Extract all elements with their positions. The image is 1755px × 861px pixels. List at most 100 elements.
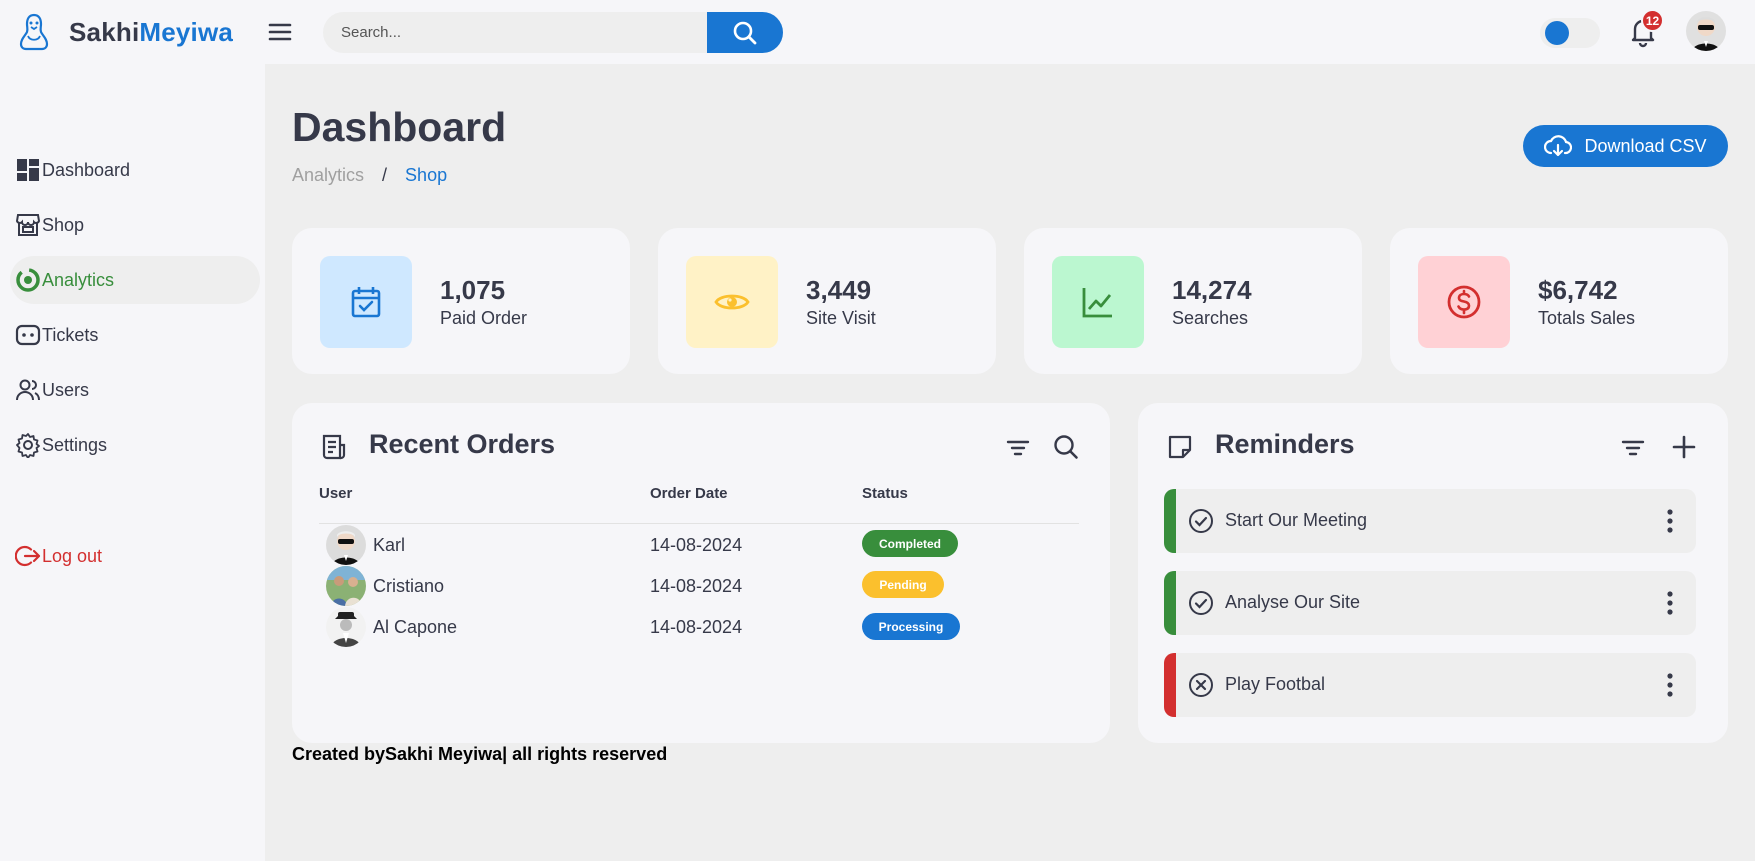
penguin-logo-icon [19, 13, 49, 51]
sidebar: Dashboard Shop Analytics Tickets Users S… [0, 64, 265, 861]
profile-avatar[interactable] [1686, 11, 1726, 51]
calendar-check-icon [351, 287, 381, 318]
reminders-title: Reminders [1215, 429, 1355, 459]
stat-label: Totals Sales [1538, 308, 1636, 328]
breadcrumb: Analytics / Shop [292, 165, 447, 186]
sidebar-item-label: Shop [42, 214, 85, 235]
breadcrumb-shop[interactable]: Shop [405, 165, 447, 186]
avatar [326, 566, 366, 606]
stat-card-total-sales: $6,742 Totals Sales [1390, 228, 1728, 374]
toggle-knob [1545, 21, 1569, 45]
status-badge: Completed [862, 530, 958, 557]
filter-icon[interactable] [1620, 435, 1646, 461]
table-row[interactable]: Cristiano 14-08-2024 [319, 566, 1079, 606]
sidebar-item-label: Dashboard [42, 159, 131, 180]
page-title: Dashboard [292, 104, 507, 150]
theme-toggle[interactable] [1540, 18, 1600, 48]
order-user: Al Capone [373, 617, 458, 637]
sidebar-item-label: Tickets [42, 324, 99, 345]
stat-value: $6,742 [1538, 275, 1618, 305]
cloud-download-icon [1544, 135, 1573, 157]
notification-count-badge: 12 [1641, 9, 1664, 32]
sidebar-item-label: Settings [42, 434, 108, 455]
sidebar-item-settings[interactable]: Settings [10, 421, 260, 469]
logout-icon [14, 542, 42, 570]
table-divider [319, 523, 1079, 524]
stat-value: 1,075 [440, 275, 506, 305]
stat-label: Searches [1172, 308, 1249, 328]
stat-card-paid-order: 1,075 Paid Order [292, 228, 630, 374]
more-vertical-icon[interactable] [1664, 507, 1676, 535]
stat-icon-box [1418, 256, 1510, 348]
stat-label: Site Visit [806, 308, 876, 328]
order-date: 14-08-2024 [650, 576, 743, 596]
check-circle-icon [1189, 509, 1213, 533]
stat-label: Paid Order [440, 308, 528, 328]
sidebar-item-shop[interactable]: Shop [10, 201, 260, 249]
search-button[interactable] [707, 12, 783, 53]
reminder-status-bar [1164, 571, 1176, 635]
sidebar-item-tickets[interactable]: Tickets [10, 311, 260, 359]
column-header-status: Status [862, 485, 908, 502]
reminder-text: Analyse Our Site [1225, 592, 1361, 612]
sidebar-item-label: Analytics [42, 269, 115, 290]
stat-card-searches: 14,274 Searches [1024, 228, 1362, 374]
avatar [326, 525, 366, 565]
more-vertical-icon[interactable] [1664, 671, 1676, 699]
menu-icon[interactable] [266, 19, 294, 45]
table-row[interactable]: Karl 14-08-2024 [319, 525, 1079, 565]
table-row[interactable]: Al Capone 14-08-2024 [319, 607, 1079, 647]
sidebar-item-label: Users [42, 379, 90, 400]
stat-icon-box [1052, 256, 1144, 348]
search-icon [733, 21, 757, 44]
eye-icon [714, 294, 750, 310]
more-vertical-icon[interactable] [1664, 589, 1676, 617]
logout-label: Log out [42, 545, 103, 566]
avatar [326, 607, 366, 647]
top-bar: SakhiMeyiwa 12 [0, 0, 1755, 64]
users-icon [14, 376, 42, 404]
ticket-icon [14, 321, 42, 349]
status-badge: Pending [862, 571, 944, 598]
check-circle-icon [1189, 591, 1213, 615]
sidebar-item-users[interactable]: Users [10, 366, 260, 414]
reminder-status-bar [1164, 489, 1176, 553]
filter-icon[interactable] [1005, 435, 1031, 461]
download-csv-button[interactable]: Download CSV [1523, 125, 1728, 167]
download-csv-label: Download CSV [1584, 135, 1707, 156]
reminder-status-bar [1164, 653, 1176, 717]
logout-link[interactable]: Log out [10, 532, 260, 580]
order-date: 14-08-2024 [650, 617, 743, 637]
sidebar-item-dashboard[interactable]: Dashboard [10, 146, 260, 194]
stat-icon-box [320, 256, 412, 348]
line-chart-icon [1082, 288, 1112, 318]
recent-orders-panel: Recent Orders User Order Date Status Kar… [292, 403, 1110, 743]
order-user: Cristiano [373, 576, 445, 596]
brand[interactable]: SakhiMeyiwa [16, 12, 233, 52]
analytics-icon [14, 266, 42, 294]
sticky-note-icon [1168, 435, 1192, 459]
receipt-icon [322, 434, 346, 460]
sidebar-item-analytics[interactable]: Analytics [10, 256, 260, 304]
dollar-circle-icon [1447, 285, 1481, 319]
search-input[interactable] [323, 12, 707, 53]
column-header-user: User [319, 485, 353, 502]
gear-icon [14, 431, 42, 459]
stat-icon-box [686, 256, 778, 348]
reminder-item[interactable]: Analyse Our Site [1164, 571, 1696, 635]
reminders-panel: Reminders Start Our Meeting Analyse Our … [1138, 403, 1728, 743]
dashboard-icon [14, 156, 42, 184]
x-circle-icon [1189, 673, 1213, 697]
store-icon [14, 211, 42, 239]
stat-card-site-visit: 3,449 Site Visit [658, 228, 996, 374]
breadcrumb-analytics[interactable]: Analytics [292, 165, 364, 186]
reminder-item[interactable]: Start Our Meeting [1164, 489, 1696, 553]
recent-orders-title: Recent Orders [369, 429, 556, 459]
search-form [323, 12, 783, 53]
add-icon[interactable] [1670, 433, 1698, 461]
reminder-item[interactable]: Play Footbal [1164, 653, 1696, 717]
order-date: 14-08-2024 [650, 535, 743, 555]
search-icon[interactable] [1052, 433, 1080, 461]
reminder-text: Play Footbal [1225, 674, 1326, 694]
reminder-text: Start Our Meeting [1225, 510, 1368, 530]
